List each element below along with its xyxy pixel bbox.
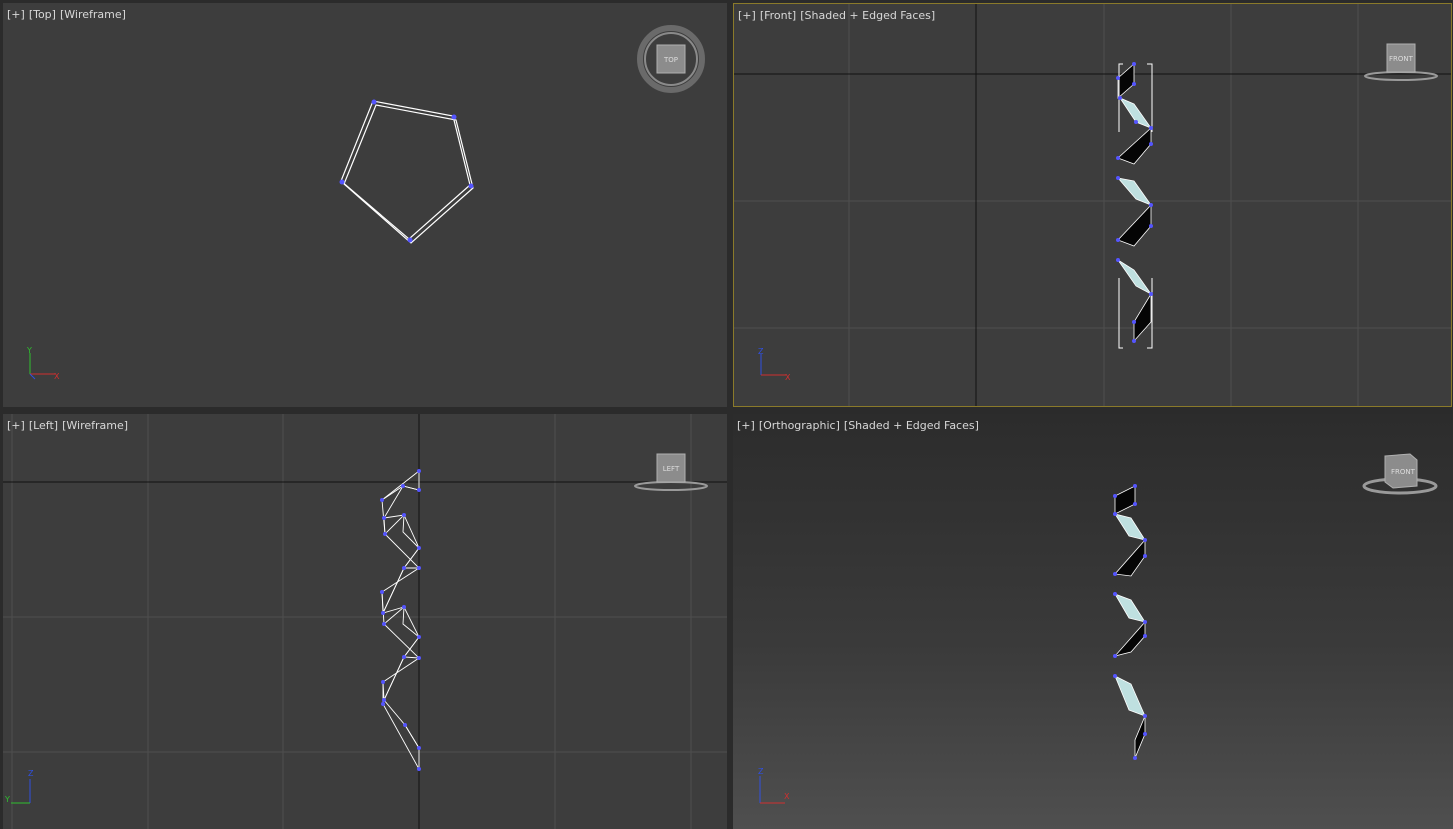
axis-tripod: Z Y [4,769,34,804]
axis-label-vertical: Y [26,346,32,355]
axis-label-horizontal: X [785,373,791,382]
viewport-left[interactable]: [+] [Left] [Wireframe] LEFT Z Y [3,414,727,829]
viewport-top[interactable]: [+] [Top] [Wireframe] TOP Y X [3,3,727,407]
axis-label-horizontal: X [784,792,790,801]
viewcube-top[interactable]: TOP [637,25,705,93]
axis-tripod: Z X [758,767,790,804]
viewcube-face-label: FRONT [1391,468,1416,476]
spiral-ribbon[interactable] [1113,485,1146,759]
viewport-front[interactable]: [+] [Front] [Shaded + Edged Faces] FRONT… [733,3,1452,407]
viewcube-face-label: TOP [663,56,678,64]
spiral-ribbon[interactable] [1116,63,1153,343]
viewcube-orthographic[interactable]: FRONT [1362,453,1438,495]
axis-tripod: Y X [26,346,60,381]
axis-label-vertical: Z [758,347,764,356]
axis-label-vertical: Z [758,767,764,776]
orthographic-scene: FRONT Z X [758,453,1438,804]
axis-label-horizontal: X [54,372,60,381]
viewcube-left[interactable]: LEFT [634,453,708,491]
pentagon-wireframe[interactable] [340,100,474,244]
viewcube-face-label: LEFT [663,465,680,473]
top-scene: TOP Y X [26,25,705,381]
grid [3,414,727,829]
grid-axes [734,4,1451,406]
spiral-wireframe[interactable] [381,470,420,770]
front-scene: FRONT Z X [734,4,1451,406]
axis-tripod: Z X [758,347,791,382]
vertex-markers [339,99,474,243]
viewcube-face-label: FRONT [1389,55,1414,63]
axis-label-vertical: Z [28,769,34,778]
grid [734,4,1451,406]
axis-label-horizontal: Y [4,795,10,804]
left-scene: LEFT Z Y [3,414,727,829]
grid-axes [3,414,727,829]
viewcube-front[interactable]: FRONT [1364,43,1438,81]
viewport-orthographic[interactable]: [+] [Orthographic] [Shaded + Edged Faces] … [733,414,1453,829]
